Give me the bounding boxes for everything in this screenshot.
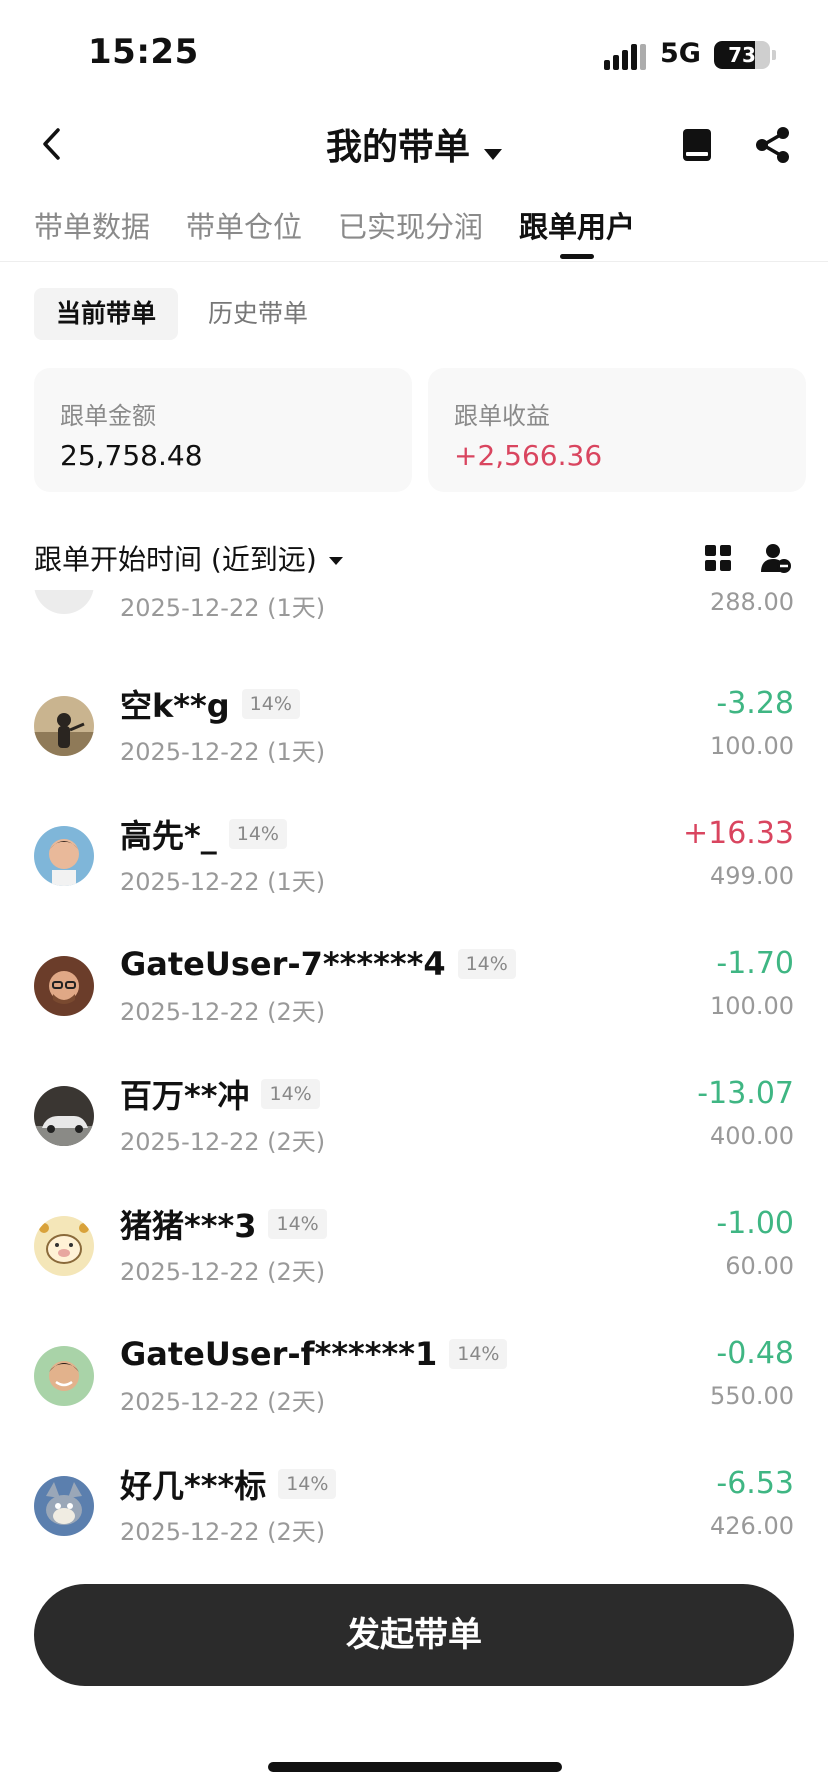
battery-icon: 73 [714, 41, 770, 69]
list-item[interactable]: GateUser-7******4 14% 2025-12-22 (2天) -1… [0, 942, 828, 1072]
avatar [34, 590, 94, 614]
user-name-line: 百万**冲 14% [120, 1072, 320, 1116]
follow-pnl: -6.53 [716, 1466, 794, 1501]
ratio-badge: 14% [457, 949, 516, 979]
follow-pnl: -3.28 [716, 686, 794, 721]
caret-down-icon [328, 557, 343, 565]
follow-amount: 60.00 [725, 1252, 794, 1280]
user-name: 好几***标 [120, 1467, 267, 1505]
share-icon[interactable] [754, 126, 792, 164]
follow-date: 2025-12-22 (2天) [120, 998, 326, 1026]
follow-date: 2025-12-22 (1天) [120, 594, 326, 622]
copy-amount-value: 25,758.48 [60, 439, 203, 472]
list-item[interactable]: 好几***标 14% 2025-12-22 (2天) -6.53 426.00 [0, 1462, 828, 1550]
list-item[interactable]: 2025-12-22 (1天) 288.00 [0, 590, 828, 684]
follow-date: 2025-12-22 (2天) [120, 1128, 326, 1156]
follow-amount: 100.00 [710, 732, 794, 760]
avatar [34, 696, 94, 756]
tab-lead-data[interactable]: 带单数据 [34, 204, 150, 256]
tab-lead-positions[interactable]: 带单仓位 [186, 204, 302, 256]
list-item[interactable]: GateUser-f******1 14% 2025-12-22 (2天) -0… [0, 1332, 828, 1462]
follow-amount: 288.00 [710, 590, 794, 616]
tab-copy-users-label: 跟单用户 [519, 210, 636, 244]
follower-list: 2025-12-22 (1天) 288.00 空k**g 14% 2025-12… [0, 590, 828, 1550]
copy-profit-value: +2,566.36 [454, 439, 603, 472]
follow-pnl: -1.70 [716, 946, 794, 981]
follow-amount: 550.00 [710, 1382, 794, 1410]
follow-date: 2025-12-22 (1天) [120, 738, 326, 766]
user-name-line: 高先*_ 14% [120, 812, 287, 856]
follow-date: 2025-12-22 (2天) [120, 1388, 326, 1416]
divider [0, 261, 828, 262]
avatar [34, 1086, 94, 1146]
status-time: 15:25 [88, 32, 199, 72]
copy-amount-label: 跟单金额 [60, 402, 156, 430]
ratio-badge: 14% [241, 689, 300, 719]
sort-label: 跟单开始时间 (近到远) [34, 543, 317, 576]
list-item[interactable]: 空k**g 14% 2025-12-22 (1天) -3.28 100.00 [0, 682, 828, 812]
avatar [34, 1216, 94, 1276]
user-name-line: GateUser-f******1 14% [120, 1332, 508, 1376]
user-name: 百万**冲 [120, 1077, 250, 1115]
user-name: 猪猪***3 [120, 1207, 257, 1245]
copy-profit-label: 跟单收益 [454, 402, 550, 430]
follow-date: 2025-12-22 (2天) [120, 1518, 326, 1546]
avatar [34, 826, 94, 886]
user-name: GateUser-7******4 [120, 945, 446, 983]
user-name-line: 空k**g 14% [120, 682, 300, 726]
signal-icon [604, 42, 648, 70]
avatar [34, 956, 94, 1016]
avatar [34, 1476, 94, 1536]
network-type: 5G [660, 38, 701, 69]
follow-pnl: +16.33 [682, 816, 794, 851]
follow-pnl: -0.48 [716, 1336, 794, 1371]
list-item[interactable]: 百万**冲 14% 2025-12-22 (2天) -13.07 400.00 [0, 1072, 828, 1202]
status-bar: 15:25 5G 73 [0, 0, 828, 100]
follow-date: 2025-12-22 (2天) [120, 1258, 326, 1286]
sort-dropdown[interactable]: 跟单开始时间 (近到远) [34, 538, 343, 578]
battery-level: 73 [728, 43, 756, 67]
home-indicator[interactable] [268, 1762, 562, 1772]
user-name-line: GateUser-7******4 14% [120, 942, 516, 986]
user-name-line: 猪猪***3 14% [120, 1202, 327, 1246]
copy-amount-card: 跟单金额 25,758.48 [34, 368, 412, 492]
user-name: 高先*_ [120, 817, 217, 855]
tab-copy-users[interactable]: 跟单用户 [519, 204, 636, 259]
tab-realized-profit-share[interactable]: 已实现分润 [338, 204, 483, 256]
subtab-current[interactable]: 当前带单 [34, 288, 179, 340]
page-title: 我的带单 [325, 127, 470, 168]
user-name-line: 好几***标 14% [120, 1462, 337, 1506]
grid-view-icon[interactable] [704, 544, 732, 572]
remove-user-icon[interactable] [760, 542, 792, 574]
follow-amount: 426.00 [710, 1512, 794, 1540]
list-item[interactable]: 高先*_ 14% 2025-12-22 (1天) +16.33 499.00 [0, 812, 828, 942]
caret-down-icon [484, 149, 502, 160]
tab-bar: 带单数据 带单仓位 已实现分润 跟单用户 [34, 204, 671, 259]
ratio-badge: 14% [268, 1209, 327, 1239]
follow-pnl: -1.00 [716, 1206, 794, 1241]
copy-profit-card: 跟单收益 +2,566.36 [428, 368, 806, 492]
user-name: 空k**g [120, 687, 230, 725]
follow-amount: 100.00 [710, 992, 794, 1020]
follow-date: 2025-12-22 (1天) [120, 868, 326, 896]
follow-pnl: -13.07 [697, 1076, 794, 1111]
avatar [34, 1346, 94, 1406]
battery-cap [772, 50, 776, 60]
ratio-badge: 14% [449, 1339, 508, 1369]
ratio-badge: 14% [278, 1469, 337, 1499]
ratio-badge: 14% [228, 819, 287, 849]
user-name: GateUser-f******1 [120, 1335, 438, 1373]
list-item[interactable]: 猪猪***3 14% 2025-12-22 (2天) -1.00 60.00 [0, 1202, 828, 1332]
follow-amount: 499.00 [710, 862, 794, 890]
subtab-history[interactable]: 历史带单 [186, 288, 330, 340]
book-icon[interactable] [678, 126, 716, 164]
follow-amount: 400.00 [710, 1122, 794, 1150]
active-tab-indicator [560, 254, 595, 259]
start-lead-button[interactable]: 发起带单 [34, 1584, 794, 1686]
ratio-badge: 14% [261, 1079, 320, 1109]
